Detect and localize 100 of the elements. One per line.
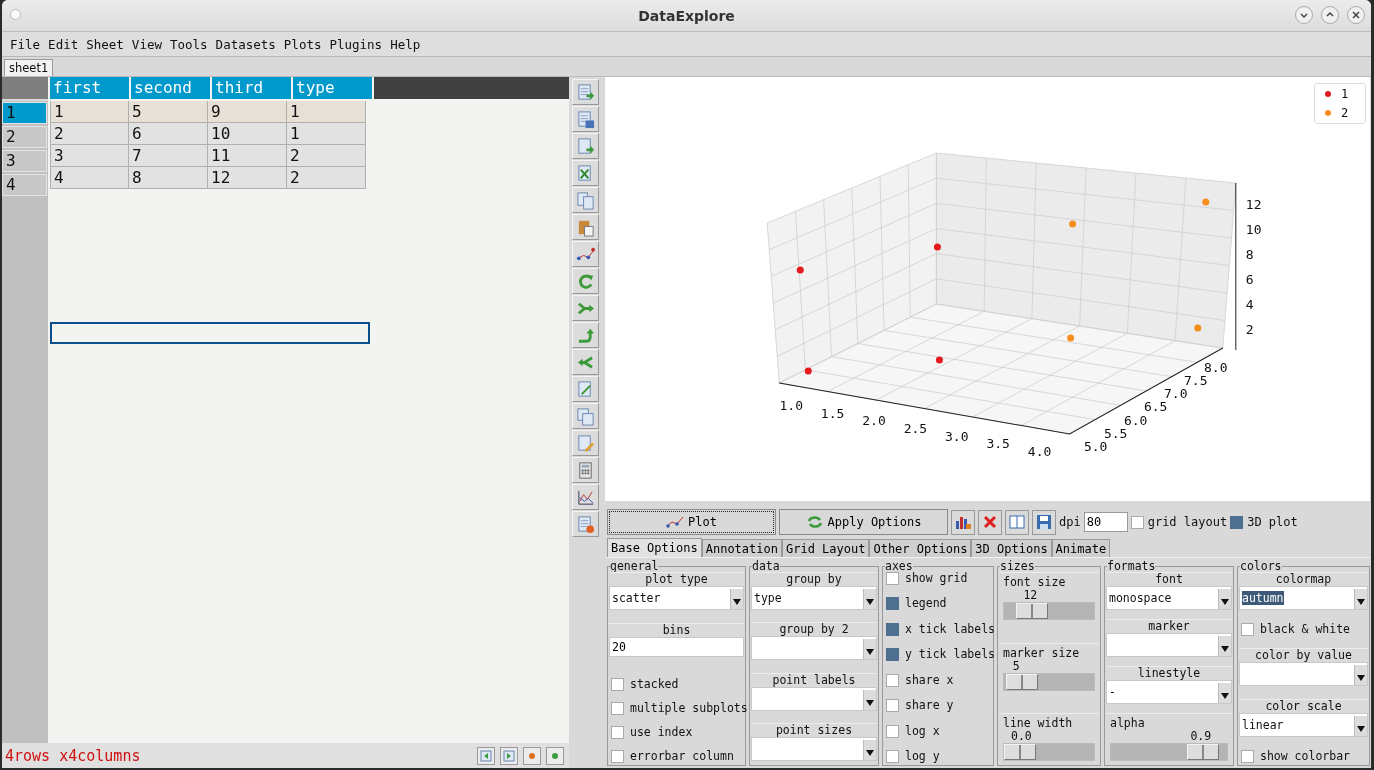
checkbox[interactable]: [886, 724, 899, 738]
caret-icon: [1221, 693, 1229, 699]
menu-item[interactable]: Datasets: [211, 36, 280, 52]
slider[interactable]: [1110, 743, 1228, 761]
toolbar-button[interactable]: [572, 457, 600, 483]
dropdown[interactable]: monospace: [1106, 586, 1232, 610]
plot-button[interactable]: Plot: [607, 509, 776, 535]
table-cell: 11: [208, 145, 287, 167]
toolbar-button[interactable]: [572, 106, 600, 132]
toolbar-button[interactable]: [572, 187, 600, 213]
checkbox[interactable]: [611, 702, 624, 715]
toolbar-button[interactable]: [572, 511, 600, 537]
toolbar-button[interactable]: [572, 268, 600, 294]
checkbox[interactable]: [886, 648, 899, 662]
options-tab[interactable]: 3D Options: [971, 539, 1052, 557]
row-header[interactable]: 2: [2, 126, 47, 148]
options-tab[interactable]: Animate: [1051, 539, 1111, 557]
options-tab[interactable]: Base Options: [607, 538, 702, 557]
options-tab[interactable]: Grid Layout: [781, 539, 870, 557]
table-cell: 8: [129, 167, 208, 189]
slider[interactable]: [1003, 602, 1095, 620]
checkbox[interactable]: [886, 673, 899, 687]
dropdown[interactable]: [1106, 633, 1232, 657]
checkbox[interactable]: [1130, 515, 1144, 529]
dropdown[interactable]: [751, 686, 877, 711]
maximize-button[interactable]: [1321, 6, 1339, 24]
toolbar-button[interactable]: [572, 322, 600, 348]
slider-thumb[interactable]: [1004, 744, 1036, 760]
book-button[interactable]: [1005, 509, 1029, 535]
dot-button[interactable]: [546, 746, 565, 765]
slider[interactable]: [1003, 743, 1095, 761]
checkbox[interactable]: [1230, 515, 1244, 529]
slider[interactable]: [1003, 672, 1095, 691]
close-button[interactable]: [1347, 6, 1365, 24]
apply-options-button[interactable]: Apply Options: [779, 509, 948, 535]
field-label: point sizes: [751, 723, 877, 737]
options-tab[interactable]: Annotation: [701, 539, 782, 557]
checkbox[interactable]: [886, 597, 899, 611]
checkbox[interactable]: [886, 749, 899, 763]
input-field[interactable]: 20: [609, 637, 744, 657]
caret-icon: [1221, 646, 1229, 652]
toolbar-button[interactable]: [572, 403, 600, 429]
toolbar-button[interactable]: [572, 241, 600, 267]
toolbar-button[interactable]: [572, 484, 600, 510]
dropdown[interactable]: [751, 636, 877, 661]
menu-item[interactable]: Plots: [279, 36, 326, 52]
window-menu-icon[interactable]: [10, 9, 21, 20]
slider-thumb[interactable]: [1186, 744, 1219, 760]
toolbar-button[interactable]: [572, 349, 600, 375]
slider-thumb[interactable]: [1005, 673, 1038, 690]
slider-value: 0.9: [1190, 729, 1212, 743]
menu-item[interactable]: Edit: [44, 36, 83, 52]
checkbox[interactable]: [886, 572, 899, 585]
dpi-field[interactable]: 80: [1083, 512, 1128, 532]
field-label: color scale: [1239, 698, 1368, 713]
cell-edit-field[interactable]: [50, 322, 370, 344]
dropdown[interactable]: [751, 737, 877, 761]
table-right-button[interactable]: [500, 746, 519, 765]
group-title: axes: [885, 562, 913, 571]
checkbox-label: multiple subplots: [630, 702, 748, 715]
table-left-button[interactable]: [477, 746, 496, 765]
menu-item[interactable]: Plugins: [325, 36, 387, 52]
menu-item[interactable]: Sheet: [82, 36, 128, 52]
dropdown[interactable]: type: [751, 586, 877, 610]
toolbar-button[interactable]: [572, 295, 600, 321]
checkbox[interactable]: [611, 726, 624, 739]
toolbar-button[interactable]: [572, 214, 600, 240]
sheet-tab[interactable]: sheet1: [4, 59, 54, 76]
menu-item[interactable]: File: [6, 36, 45, 52]
checkbox[interactable]: [611, 678, 624, 691]
row-header[interactable]: 4: [2, 174, 47, 196]
row-header[interactable]: 1: [2, 102, 47, 124]
dropdown[interactable]: -: [1106, 680, 1232, 704]
dot-button[interactable]: [523, 746, 542, 765]
options-tab[interactable]: Other Options: [869, 539, 972, 557]
chart-button[interactable]: [951, 509, 975, 535]
checkbox[interactable]: [1241, 623, 1254, 637]
toolbar-button[interactable]: [572, 79, 600, 105]
checkbox[interactable]: [886, 699, 899, 713]
toolbar-button[interactable]: [572, 430, 600, 456]
dropdown[interactable]: linear: [1239, 712, 1368, 737]
row-header[interactable]: 3: [2, 150, 47, 172]
menu-item[interactable]: Tools: [165, 36, 212, 52]
toolbar-button[interactable]: [572, 133, 600, 159]
save-button[interactable]: [1032, 509, 1056, 535]
checkbox-label: errorbar column: [630, 750, 734, 763]
toolbar-button[interactable]: [572, 376, 600, 402]
dropdown[interactable]: [1239, 661, 1368, 686]
pages-icon: [576, 406, 596, 426]
toolbar-button[interactable]: [572, 160, 600, 186]
dropdown[interactable]: autumn: [1239, 586, 1368, 610]
menu-item[interactable]: Help: [386, 36, 425, 52]
legend-label: 1: [1341, 87, 1349, 101]
checkbox[interactable]: [886, 622, 899, 636]
checkbox[interactable]: [1241, 750, 1254, 763]
minimize-button[interactable]: [1295, 6, 1313, 24]
slider-thumb[interactable]: [1015, 603, 1048, 619]
menu-item[interactable]: View: [127, 36, 166, 52]
checkbox[interactable]: [611, 750, 624, 763]
dropdown[interactable]: scatter: [609, 586, 744, 610]
